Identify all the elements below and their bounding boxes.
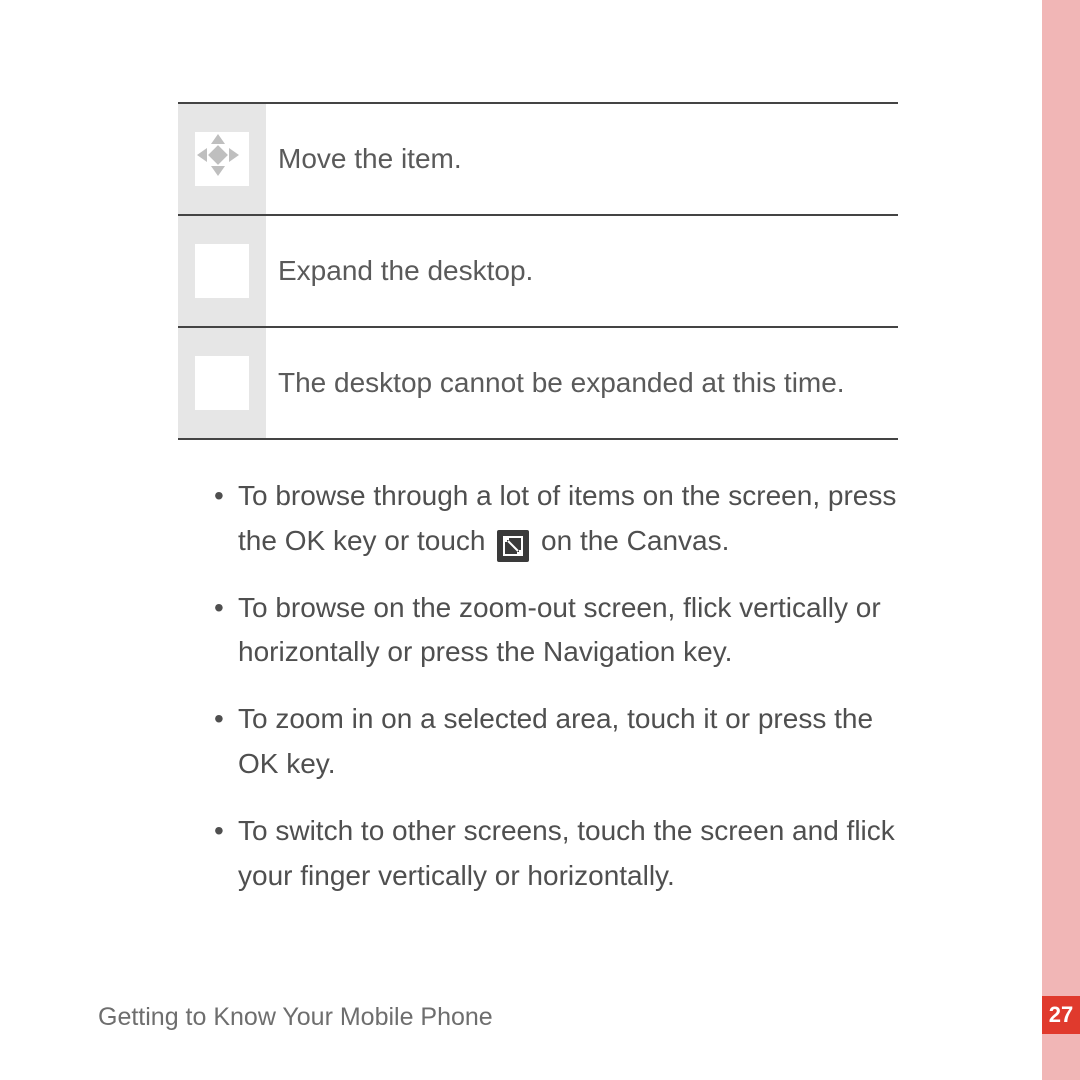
list-item: • To switch to other screens, touch the … bbox=[214, 809, 898, 899]
icon-cell bbox=[178, 104, 266, 214]
bullet-dot: • bbox=[214, 809, 238, 899]
row-text: Expand the desktop. bbox=[266, 216, 898, 326]
expand-desktop-icon bbox=[195, 244, 249, 298]
content-area: Move the item. Expand the desktop. The d… bbox=[178, 102, 898, 920]
bullet-text: To switch to other screens, touch the sc… bbox=[238, 809, 898, 899]
bullet-text: To zoom in on a selected area, touch it … bbox=[238, 697, 898, 787]
list-item: • To browse on the zoom-out screen, flic… bbox=[214, 586, 898, 676]
icon-cell bbox=[178, 328, 266, 438]
bullet-dot: • bbox=[214, 697, 238, 787]
page: 27 Move the item. bbox=[0, 0, 1080, 1080]
list-item: • To browse through a lot of items on th… bbox=[214, 474, 898, 564]
table-row: Expand the desktop. bbox=[178, 214, 898, 326]
bullet-list: • To browse through a lot of items on th… bbox=[178, 474, 898, 898]
row-text: Move the item. bbox=[266, 104, 898, 214]
page-number-box: 27 bbox=[1042, 996, 1080, 1034]
table-row: Move the item. bbox=[178, 102, 898, 214]
page-number: 27 bbox=[1049, 1002, 1073, 1028]
bullet-text: To browse on the zoom-out screen, flick … bbox=[238, 586, 898, 676]
cannot-expand-icon bbox=[195, 356, 249, 410]
move-arrows-icon bbox=[195, 132, 249, 186]
icon-description-table: Move the item. Expand the desktop. The d… bbox=[178, 102, 898, 440]
icon-cell bbox=[178, 216, 266, 326]
list-item: • To zoom in on a selected area, touch i… bbox=[214, 697, 898, 787]
table-row: The desktop cannot be expanded at this t… bbox=[178, 326, 898, 440]
footer-text: Getting to Know Your Mobile Phone bbox=[98, 1003, 493, 1032]
side-strip bbox=[1042, 0, 1080, 1080]
bullet-dot: • bbox=[214, 474, 238, 564]
bullet-text: To browse through a lot of items on the … bbox=[238, 474, 898, 564]
bullet-dot: • bbox=[214, 586, 238, 676]
row-text: The desktop cannot be expanded at this t… bbox=[266, 328, 898, 438]
canvas-overview-icon bbox=[497, 530, 529, 562]
